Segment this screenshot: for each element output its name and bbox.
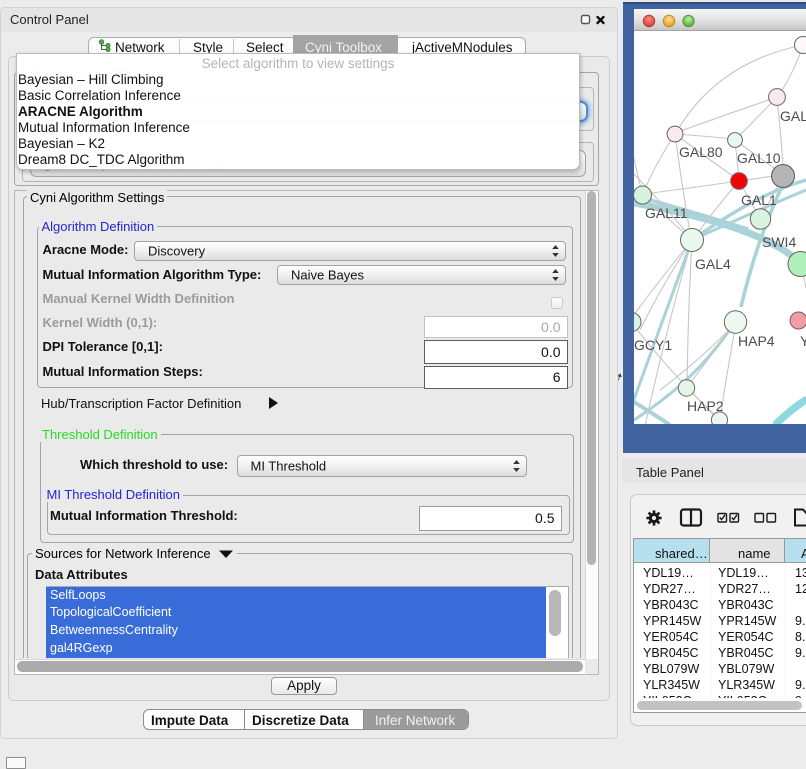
svg-text:Y: Y	[800, 333, 806, 349]
svg-text:GAL1: GAL1	[741, 192, 777, 208]
svg-text:GAL2: GAL2	[780, 108, 806, 124]
svg-text:GCY1: GCY1	[634, 337, 672, 353]
svg-text:HAP2: HAP2	[687, 398, 724, 414]
svg-text:SWI4: SWI4	[762, 234, 796, 250]
svg-text:HAP4: HAP4	[738, 333, 775, 349]
svg-text:GAL11: GAL11	[645, 205, 688, 221]
svg-text:GAL10: GAL10	[737, 150, 781, 166]
svg-text:GAL80: GAL80	[679, 144, 723, 160]
svg-text:GAL4: GAL4	[695, 256, 731, 272]
